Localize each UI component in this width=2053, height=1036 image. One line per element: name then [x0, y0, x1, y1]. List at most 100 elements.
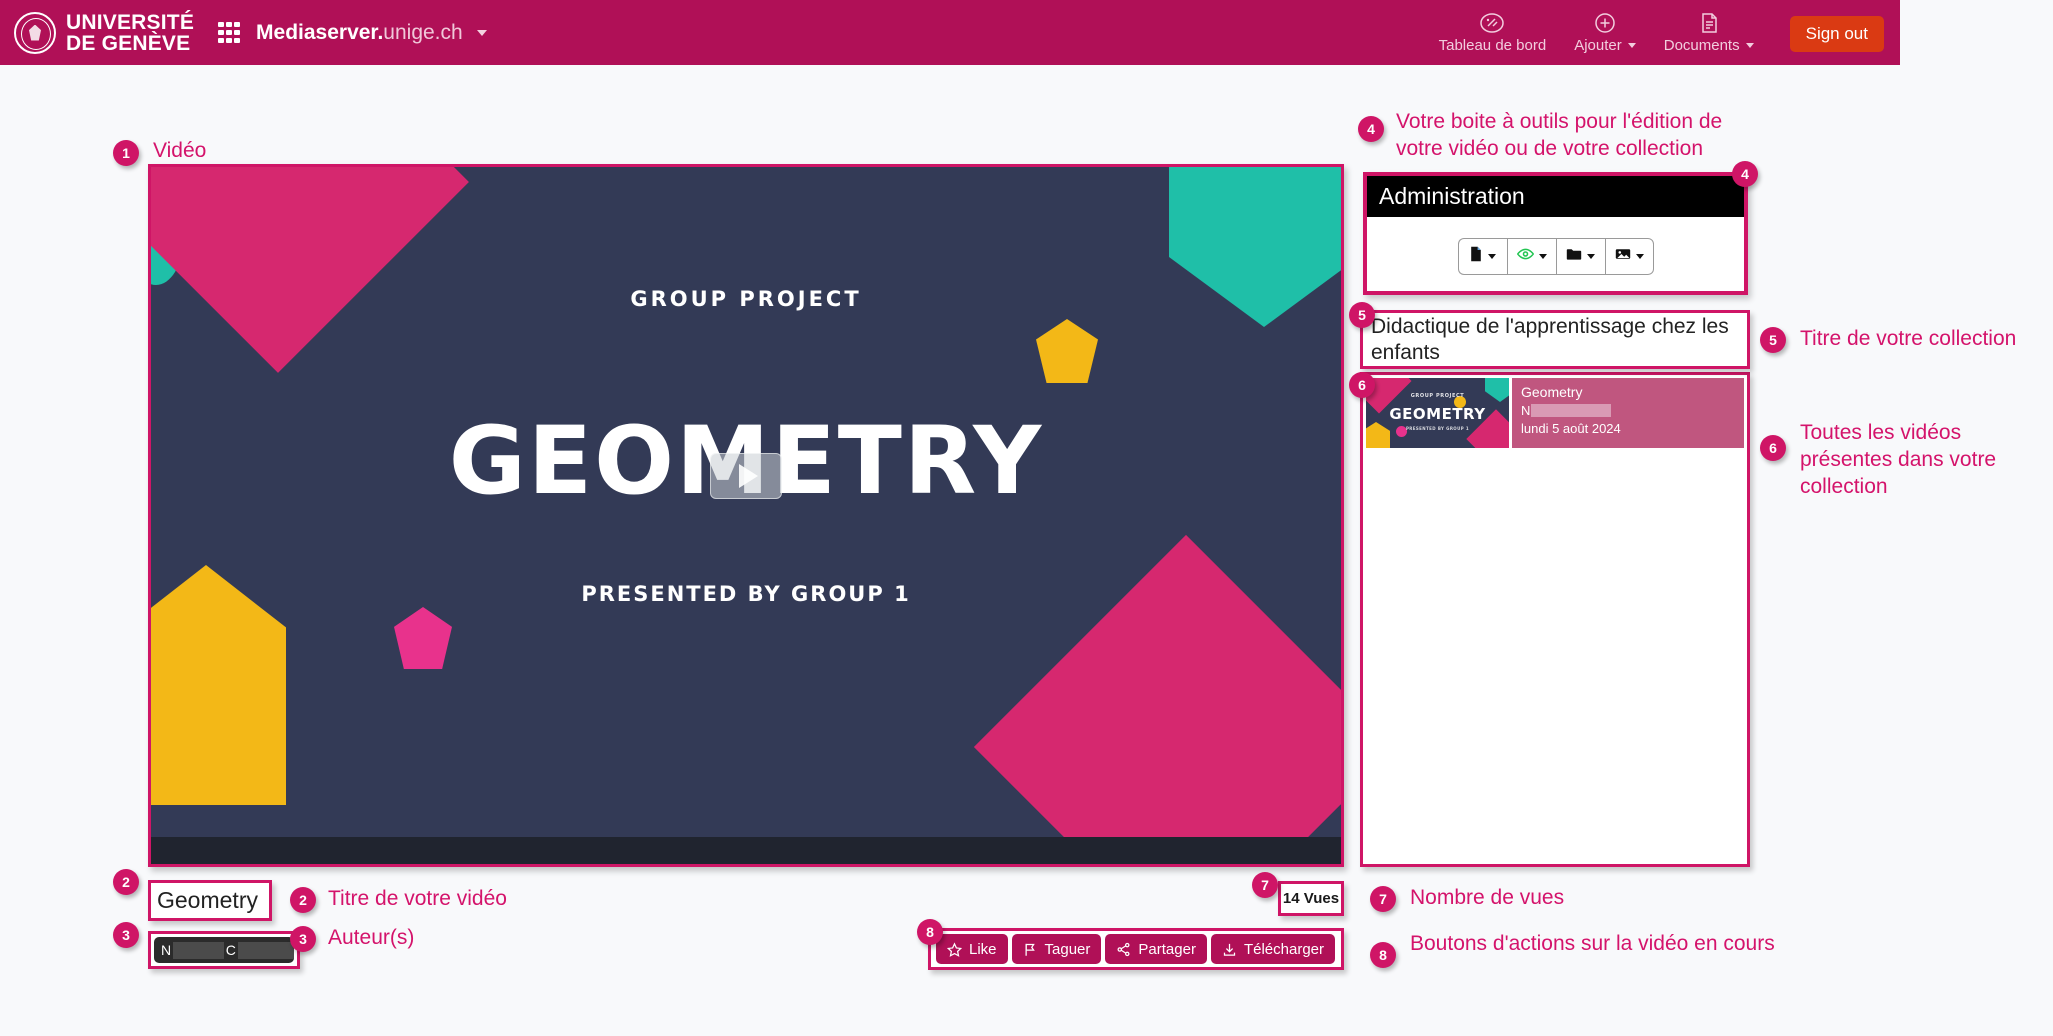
annotation-text-8: Boutons d'actions sur la vidéo en cours — [1410, 932, 1775, 955]
download-icon — [1222, 942, 1237, 957]
author-initial-1: N — [161, 942, 172, 958]
thumb-title-text: GEOMETRY — [1389, 405, 1486, 423]
page-root: UNIVERSITÉ DE GENÈVE Mediaserver.unige.c… — [0, 0, 2053, 1036]
chevron-down-icon[interactable] — [1627, 43, 1636, 48]
app-header: UNIVERSITÉ DE GENÈVE Mediaserver.unige.c… — [0, 0, 1900, 65]
collection-videos-panel: GROUP PROJECT GEOMETRY PRESENTED BY GROU… — [1360, 372, 1750, 867]
collection-title-text: Didactique de l'apprentissage chez les e… — [1371, 315, 1729, 364]
grid-cell — [218, 37, 224, 44]
annotation-badge-8: 8 — [917, 919, 943, 945]
author-initial-2: C — [225, 942, 236, 958]
annotation-badge-5: 5 — [1349, 302, 1375, 328]
annotation-badge-3: 3 — [113, 922, 139, 948]
admin-button-group — [1457, 237, 1654, 275]
nav-item-documents[interactable]: Documents — [1650, 11, 1768, 54]
nav-label-ajouter: Ajouter — [1574, 37, 1636, 54]
video-title-text: Geometry — [157, 887, 258, 913]
dashboard-icon — [1479, 11, 1505, 35]
admin-image-dropdown-button[interactable] — [1604, 237, 1654, 275]
unige-line1: UNIVERSITÉ — [66, 10, 195, 34]
chevron-down-icon — [1635, 253, 1644, 259]
like-label: Like — [969, 940, 997, 958]
unige-crest-icon — [14, 11, 56, 54]
annotation-marker-8: 8 — [1370, 942, 1396, 968]
brand-strong: Mediaserver. — [256, 20, 384, 44]
annotation-marker-2: 2 — [290, 887, 316, 913]
sign-out-button[interactable]: Sign out — [1789, 16, 1884, 52]
brand-title[interactable]: Mediaserver.unige.ch — [256, 21, 487, 45]
play-button[interactable] — [710, 453, 782, 499]
annotation-text-5: Titre de votre collection — [1800, 327, 2017, 350]
collection-video-title: Geometry — [1521, 384, 1583, 400]
nav-item-ajouter[interactable]: Ajouter — [1560, 11, 1650, 54]
slide-shape-yellow-hexagon — [1036, 319, 1098, 383]
video-authors-box: N C — [148, 931, 300, 969]
video-control-bar[interactable] — [151, 837, 1341, 864]
tag-button[interactable]: Taguer — [1011, 934, 1102, 964]
apps-grid-icon[interactable] — [218, 21, 241, 44]
chevron-down-icon — [1587, 253, 1595, 259]
annotation-badge-1: 1 — [113, 140, 139, 166]
grid-cell — [226, 37, 232, 44]
chevron-down-icon[interactable] — [1745, 43, 1754, 48]
collection-video-author: N — [1521, 403, 1735, 418]
download-button[interactable]: Télécharger — [1210, 934, 1335, 964]
chevron-down-icon[interactable] — [476, 29, 487, 36]
annotation-text-3: Auteur(s) — [328, 926, 415, 949]
grid-cell — [226, 21, 232, 28]
slide-shape-pink-hexagon — [394, 607, 452, 669]
video-actions-bar: Like Taguer Partager Télécharger — [928, 928, 1344, 970]
video-section-label: Vidéo — [153, 139, 207, 162]
annotation-badge-7: 7 — [1252, 872, 1278, 898]
admin-folder-dropdown-button[interactable] — [1555, 237, 1605, 275]
annotation-badge-4: 4 — [1358, 116, 1384, 142]
brand-light: unige.ch — [383, 20, 463, 44]
collection-author-redacted — [1531, 404, 1612, 417]
chevron-down-icon — [1538, 253, 1547, 259]
document-list-icon — [1696, 11, 1722, 35]
nav-label-documents: Documents — [1664, 37, 1754, 54]
thumb-subtitle-text: PRESENTED BY GROUP 1 — [1405, 426, 1470, 431]
video-player[interactable]: GROUP PROJECT GEOMETRY PRESENTED BY GROU… — [148, 164, 1344, 867]
nav-text-documents: Documents — [1663, 37, 1740, 54]
grid-cell — [234, 21, 241, 28]
annotation-text-4: Votre boite à outils pour l'édition de v… — [1396, 110, 1723, 160]
unige-logo-text: UNIVERSITÉ DE GENÈVE — [66, 12, 194, 54]
annotation-text-6: Toutes les vidéos présentes dans votre c… — [1800, 421, 1997, 498]
share-button[interactable]: Partager — [1105, 934, 1207, 964]
views-count-text: 14 Vues — [1282, 890, 1340, 907]
nav-text-ajouter: Ajouter — [1574, 37, 1622, 54]
unige-logo[interactable]: UNIVERSITÉ DE GENÈVE — [14, 11, 194, 54]
folder-icon — [1566, 247, 1582, 266]
file-icon — [1469, 246, 1483, 267]
flag-icon — [1023, 942, 1038, 957]
administration-title: Administration — [1379, 183, 1525, 209]
share-icon — [1116, 942, 1131, 957]
annotation-badge-6: 6 — [1349, 372, 1375, 398]
grid-cell — [234, 29, 241, 36]
annotation-badge-2: 2 — [113, 869, 139, 895]
collection-title-box: Didactique de l'apprentissage chez les e… — [1360, 310, 1750, 369]
admin-visibility-dropdown-button[interactable] — [1506, 237, 1556, 275]
slide-shape-pink-diamond-topleft — [151, 167, 469, 373]
plus-circle-icon — [1592, 11, 1618, 35]
collection-video-item[interactable]: GROUP PROJECT GEOMETRY PRESENTED BY GROU… — [1366, 378, 1744, 448]
annotation-text-7: Nombre de vues — [1410, 886, 1565, 909]
annotation-marker-4: 4 — [1732, 161, 1758, 187]
like-button[interactable]: Like — [936, 934, 1008, 964]
nav-item-dashboard[interactable]: Tableau de bord — [1425, 11, 1561, 54]
star-icon — [947, 941, 962, 957]
header-nav: Tableau de bord Ajouter Documents Sign o… — [1425, 11, 1900, 54]
annotation-marker-3: 3 — [290, 926, 316, 952]
thumb-kicker-text: GROUP PROJECT — [1410, 393, 1465, 399]
grid-cell — [234, 37, 241, 44]
annotation-marker-7: 7 — [1370, 886, 1396, 912]
image-icon — [1615, 247, 1631, 266]
admin-file-dropdown-button[interactable] — [1457, 237, 1507, 275]
grid-cell — [218, 21, 224, 28]
administration-panel: Administration — [1363, 172, 1748, 295]
slide-kicker-text: GROUP PROJECT — [630, 287, 862, 311]
grid-cell — [226, 29, 232, 36]
share-label: Partager — [1138, 940, 1196, 958]
slide-subtitle-text: PRESENTED BY GROUP 1 — [581, 582, 911, 606]
